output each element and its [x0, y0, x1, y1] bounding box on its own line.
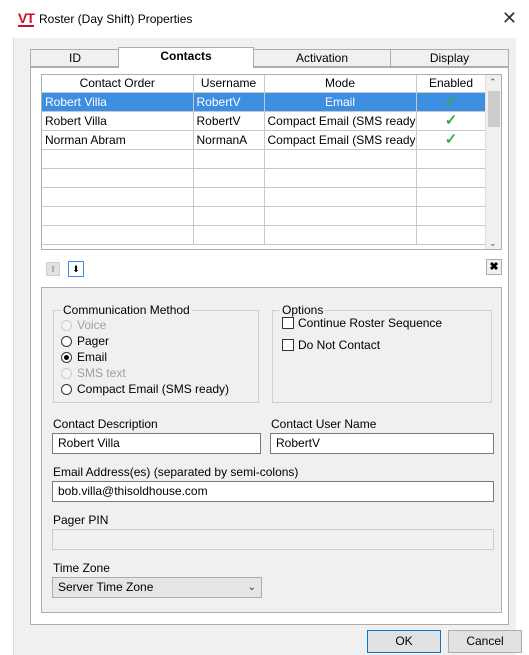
- radio-sms-text[interactable]: SMS text: [61, 366, 126, 380]
- cell-enabled[interactable]: ✓: [416, 130, 487, 150]
- ok-button[interactable]: OK: [367, 630, 441, 653]
- cell-mode: Compact Email (SMS ready): [264, 111, 417, 131]
- contact-user-name-label: Contact User Name: [271, 417, 377, 431]
- cell-contact: Robert Villa: [42, 92, 194, 112]
- window-title: Roster (Day Shift) Properties: [39, 12, 193, 26]
- cell-enabled[interactable]: ✓: [416, 111, 487, 131]
- column-header-enabled[interactable]: Enabled: [416, 75, 487, 93]
- checkbox-box: [282, 339, 294, 351]
- email-address-input[interactable]: bob.villa@thisoldhouse.com: [52, 481, 494, 502]
- app-logo: VT: [18, 10, 35, 27]
- empty-row[interactable]: [42, 206, 487, 226]
- table-row[interactable]: Robert Villa RobertV Compact Email (SMS …: [42, 111, 487, 131]
- grid-header-row: Contact Order Username Mode Enabled: [42, 75, 487, 93]
- delete-contact-button[interactable]: ✖: [486, 259, 502, 275]
- contact-description-input[interactable]: Robert Villa: [52, 433, 261, 454]
- cell-contact: Norman Abram: [42, 130, 194, 150]
- options-legend: Options: [282, 303, 324, 317]
- radio-dot: [61, 335, 72, 347]
- grid-vertical-scrollbar[interactable]: ⌃ ⌄: [485, 75, 501, 249]
- cell-mode: Email: [264, 92, 417, 112]
- cancel-button[interactable]: Cancel: [448, 630, 522, 653]
- column-header-username[interactable]: Username: [193, 75, 265, 93]
- empty-row[interactable]: [42, 168, 487, 188]
- column-header-mode[interactable]: Mode: [264, 75, 417, 93]
- empty-row[interactable]: [42, 149, 487, 169]
- tab-contacts[interactable]: Contacts: [118, 47, 254, 68]
- contact-details-section: Communication Method Voice Pager Email S…: [41, 287, 502, 613]
- cell-username: NormanA: [193, 130, 265, 150]
- do-not-contact-checkbox[interactable]: Do Not Contact: [282, 338, 380, 352]
- cell-mode: Compact Email (SMS ready): [264, 130, 417, 150]
- table-row[interactable]: Robert Villa RobertV Email ✓: [42, 92, 487, 112]
- cell-username: RobertV: [193, 111, 265, 131]
- checkmark-icon: ✓: [444, 131, 458, 148]
- time-zone-label: Time Zone: [53, 561, 110, 575]
- chevron-down-icon: ⌄: [247, 582, 256, 593]
- scroll-down-icon[interactable]: ⌄: [489, 238, 497, 249]
- contact-user-name-input[interactable]: RobertV: [270, 433, 494, 454]
- scrollbar-thumb[interactable]: [488, 91, 500, 127]
- pager-pin-input[interactable]: [52, 529, 494, 550]
- empty-row[interactable]: [42, 187, 487, 207]
- move-up-button[interactable]: ⬆: [46, 262, 60, 276]
- empty-row[interactable]: [42, 225, 487, 245]
- communication-method-legend: Communication Method: [63, 303, 190, 317]
- radio-email[interactable]: Email: [61, 350, 107, 364]
- title-bar: VT Roster (Day Shift) Properties ✕: [0, 0, 529, 38]
- tab-id[interactable]: ID: [30, 49, 120, 67]
- tab-strip: ID Contacts Activation Display: [30, 47, 509, 68]
- radio-dot: [61, 367, 72, 379]
- pager-pin-label: Pager PIN: [53, 513, 109, 527]
- contact-description-label: Contact Description: [53, 417, 158, 431]
- checkmark-icon: ✓: [444, 112, 458, 129]
- continue-roster-sequence-checkbox[interactable]: Continue Roster Sequence: [282, 316, 442, 330]
- email-address-label: Email Address(es) (separated by semi-col…: [53, 465, 299, 479]
- time-zone-value: Server Time Zone: [58, 580, 154, 594]
- table-row[interactable]: Norman Abram NormanA Compact Email (SMS …: [42, 130, 487, 150]
- scroll-up-icon[interactable]: ⌃: [489, 77, 497, 88]
- cell-contact: Robert Villa: [42, 111, 194, 131]
- cell-username: RobertV: [193, 92, 265, 112]
- move-down-button[interactable]: ⬇: [68, 261, 84, 277]
- checkmark-icon: ✓: [444, 93, 458, 110]
- radio-compact-email[interactable]: Compact Email (SMS ready): [61, 382, 229, 396]
- close-icon[interactable]: ✕: [502, 8, 517, 29]
- radio-dot: [61, 351, 72, 363]
- checkbox-box: [282, 317, 294, 329]
- radio-dot: [61, 383, 72, 395]
- column-header-contact-order[interactable]: Contact Order: [42, 75, 194, 93]
- radio-dot: [61, 319, 72, 331]
- radio-voice[interactable]: Voice: [61, 318, 106, 332]
- time-zone-select[interactable]: Server Time Zone ⌄: [52, 577, 262, 598]
- cell-enabled[interactable]: ✓: [416, 92, 487, 112]
- tab-display[interactable]: Display: [390, 49, 509, 67]
- contacts-grid[interactable]: Contact Order Username Mode Enabled Robe…: [41, 74, 502, 250]
- tab-activation[interactable]: Activation: [252, 49, 392, 67]
- radio-pager[interactable]: Pager: [61, 334, 109, 348]
